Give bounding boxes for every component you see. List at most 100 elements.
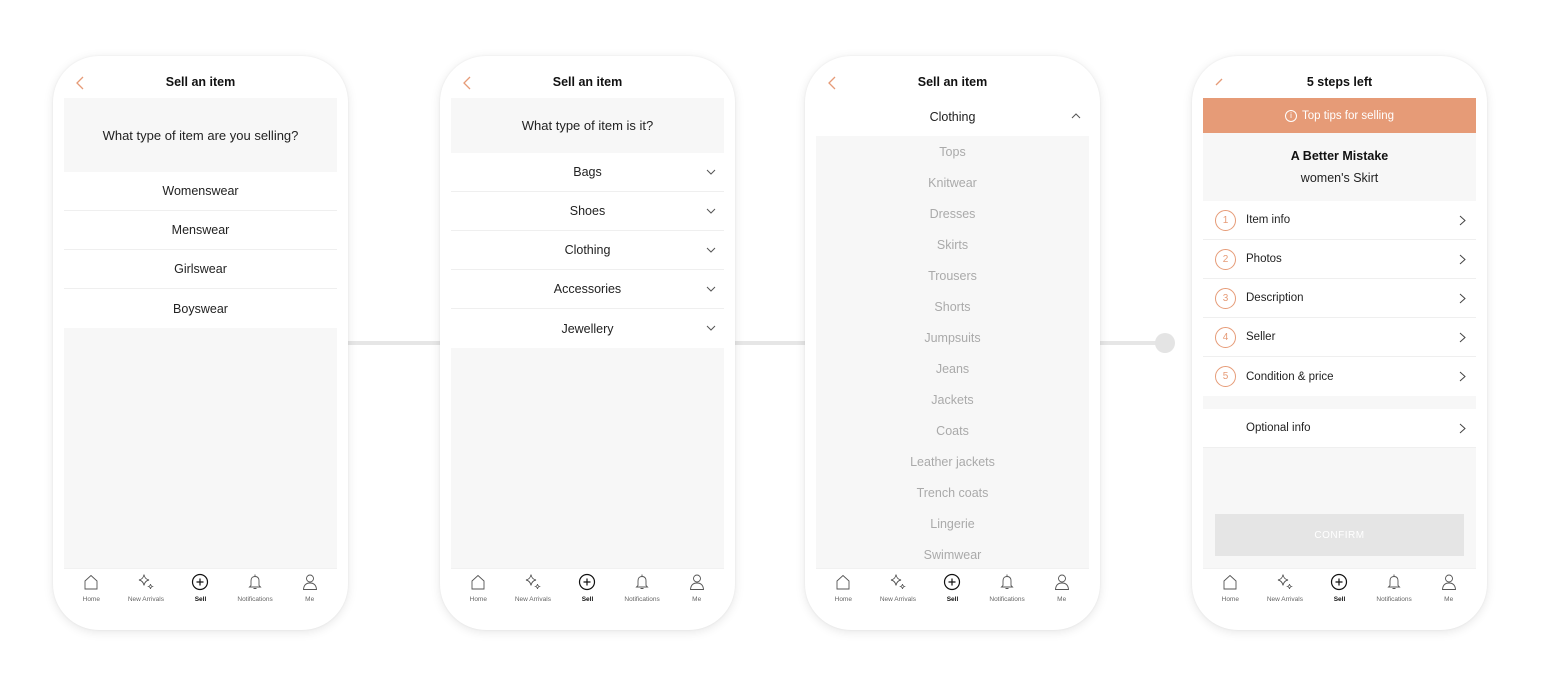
subcategory-item[interactable]: Skirts bbox=[816, 229, 1089, 260]
subcategory-item[interactable]: Trousers bbox=[816, 260, 1089, 291]
step-row[interactable]: 5 Condition & price bbox=[1203, 357, 1476, 396]
chevron-down-icon bbox=[706, 247, 716, 253]
screen-title: Sell an item bbox=[165, 75, 236, 89]
step-row[interactable]: 3 Description bbox=[1203, 279, 1476, 318]
confirm-button[interactable]: CONFIRM bbox=[1215, 514, 1464, 556]
nav-new-arrivals[interactable]: New Arrivals bbox=[119, 569, 174, 610]
nav-sell[interactable]: Sell bbox=[925, 569, 980, 610]
bell-icon bbox=[1387, 574, 1401, 589]
screen-title: Sell an item bbox=[917, 75, 988, 89]
category-accessories[interactable]: Accessories bbox=[451, 270, 724, 309]
chevron-right-icon bbox=[1459, 293, 1466, 304]
empty-area bbox=[451, 348, 724, 578]
subcategory-item[interactable]: Swimwear bbox=[816, 539, 1089, 570]
top-bar: Sell an item bbox=[451, 56, 724, 98]
step-number-badge: 3 bbox=[1215, 287, 1236, 309]
bottom-nav: Home New Arrivals Sell Notifications Me bbox=[1203, 568, 1476, 610]
category-jewellery[interactable]: Jewellery bbox=[451, 309, 724, 348]
back-arrow-icon[interactable] bbox=[826, 74, 838, 92]
chevron-down-icon bbox=[706, 169, 716, 175]
sparkle-icon bbox=[525, 574, 541, 590]
user-icon bbox=[1441, 574, 1456, 590]
nav-notifications[interactable]: Notifications bbox=[615, 569, 670, 610]
step-row[interactable]: 4 Seller bbox=[1203, 318, 1476, 357]
nav-notifications[interactable]: Notifications bbox=[228, 569, 283, 610]
subcategory-item[interactable]: Jeans bbox=[816, 353, 1089, 384]
nav-label: Sell bbox=[194, 596, 207, 603]
subcategory-item[interactable]: Lingerie bbox=[816, 508, 1089, 539]
bell-icon bbox=[1000, 574, 1014, 589]
category-label: Bags bbox=[573, 165, 602, 179]
home-icon bbox=[84, 574, 98, 590]
screen-title: 5 steps left bbox=[1306, 75, 1373, 89]
nav-label: Me bbox=[1444, 596, 1454, 603]
nav-me[interactable]: Me bbox=[669, 569, 724, 610]
step-row[interactable]: 2 Photos bbox=[1203, 240, 1476, 279]
nav-sell[interactable]: Sell bbox=[1312, 569, 1367, 610]
back-arrow-icon[interactable] bbox=[1213, 76, 1225, 94]
subcategory-item[interactable]: Dresses bbox=[816, 198, 1089, 229]
category-clothing[interactable]: Clothing bbox=[451, 231, 724, 270]
nav-label: Home bbox=[1221, 596, 1239, 603]
chevron-right-icon bbox=[1459, 254, 1466, 265]
phone-screen-4: 5 steps left i Top tips for selling A Be… bbox=[1192, 56, 1487, 630]
chevron-down-icon bbox=[706, 325, 716, 331]
step-number-badge: 2 bbox=[1215, 248, 1236, 270]
subcategory-item[interactable]: Shorts bbox=[816, 291, 1089, 322]
nav-me[interactable]: Me bbox=[282, 569, 337, 610]
back-arrow-icon[interactable] bbox=[74, 74, 86, 92]
category-bags[interactable]: Bags bbox=[451, 153, 724, 192]
department-list: Womenswear Menswear Girlswear Boyswear bbox=[64, 172, 337, 328]
bottom-nav: Home New Arrivals Sell Notifications Me bbox=[816, 568, 1089, 610]
nav-label: Home bbox=[82, 596, 100, 603]
option-boyswear[interactable]: Boyswear bbox=[64, 289, 337, 328]
step-label: Seller bbox=[1246, 331, 1276, 343]
subcategory-list: Tops Knitwear Dresses Skirts Trousers Shorts J… bbox=[816, 136, 1089, 572]
chevron-down-icon bbox=[706, 208, 716, 214]
nav-label: Me bbox=[305, 596, 315, 603]
nav-home[interactable]: Home bbox=[816, 569, 871, 610]
subcategory-item[interactable]: Tops bbox=[816, 136, 1089, 167]
home-icon bbox=[471, 574, 485, 590]
subcategory-item[interactable]: Trench coats bbox=[816, 477, 1089, 508]
question-header: What type of item are you selling? bbox=[64, 98, 337, 172]
nav-label: New Arrivals bbox=[514, 596, 551, 603]
phone-screen-1: Sell an item What type of item are you s… bbox=[53, 56, 348, 630]
top-tips-banner[interactable]: i Top tips for selling bbox=[1203, 98, 1476, 133]
option-girlswear[interactable]: Girlswear bbox=[64, 250, 337, 289]
category-shoes[interactable]: Shoes bbox=[451, 192, 724, 231]
nav-sell[interactable]: Sell bbox=[560, 569, 615, 610]
chevron-up-icon bbox=[1071, 113, 1081, 119]
question-header: What type of item is it? bbox=[451, 98, 724, 153]
nav-me[interactable]: Me bbox=[1034, 569, 1089, 610]
step-number-badge: 4 bbox=[1215, 326, 1236, 348]
nav-me[interactable]: Me bbox=[1421, 569, 1476, 610]
nav-notifications[interactable]: Notifications bbox=[980, 569, 1035, 610]
nav-sell[interactable]: Sell bbox=[173, 569, 228, 610]
nav-label: Notifications bbox=[237, 596, 273, 603]
info-icon: i bbox=[1284, 109, 1297, 122]
nav-notifications[interactable]: Notifications bbox=[1367, 569, 1422, 610]
plus-circle-icon bbox=[1331, 573, 1348, 591]
nav-new-arrivals[interactable]: New Arrivals bbox=[871, 569, 926, 610]
option-womenswear[interactable]: Womenswear bbox=[64, 172, 337, 211]
nav-new-arrivals[interactable]: New Arrivals bbox=[1258, 569, 1313, 610]
subcategory-item[interactable]: Leather jackets bbox=[816, 446, 1089, 477]
optional-info-row[interactable]: Optional info bbox=[1203, 409, 1476, 448]
subcategory-item[interactable]: Knitwear bbox=[816, 167, 1089, 198]
chevron-right-icon bbox=[1459, 423, 1466, 434]
subcategory-item[interactable]: Jackets bbox=[816, 384, 1089, 415]
nav-home[interactable]: Home bbox=[1203, 569, 1258, 610]
nav-home[interactable]: Home bbox=[64, 569, 119, 610]
subcategory-item[interactable]: Jumpsuits bbox=[816, 322, 1089, 353]
category-clothing-expanded[interactable]: Clothing bbox=[816, 98, 1089, 136]
brand-name: A Better Mistake bbox=[1290, 149, 1389, 163]
back-arrow-icon[interactable] bbox=[461, 74, 473, 92]
flow-connector-3 bbox=[1097, 341, 1162, 345]
nav-label: Me bbox=[692, 596, 702, 603]
subcategory-item[interactable]: Coats bbox=[816, 415, 1089, 446]
step-row[interactable]: 1 Item info bbox=[1203, 201, 1476, 240]
option-menswear[interactable]: Menswear bbox=[64, 211, 337, 250]
nav-new-arrivals[interactable]: New Arrivals bbox=[506, 569, 561, 610]
nav-home[interactable]: Home bbox=[451, 569, 506, 610]
